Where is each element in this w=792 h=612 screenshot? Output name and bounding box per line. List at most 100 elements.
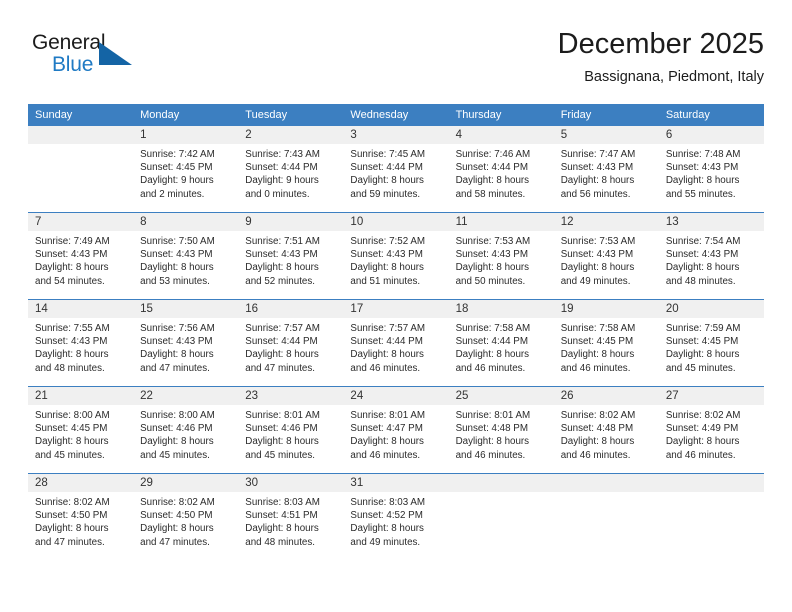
- daylight-text-line2: and 53 minutes.: [140, 275, 210, 287]
- sunset-text: Sunset: 4:43 PM: [665, 162, 739, 174]
- day-number: 21: [28, 387, 134, 405]
- calendar-day[interactable]: 6 Sunrise: 7:48 AM Sunset: 4:43 PM Daylight…: [658, 126, 764, 212]
- calendar-day[interactable]: 8 Sunrise: 7:50 AM Sunset: 4:43 PM Daylight…: [133, 213, 239, 299]
- calendar-day-cell: 31 Sunrise: 8:03 AM Sunset: 4:52 PM Dayligh…: [343, 473, 449, 560]
- calendar-day[interactable]: 19 Sunrise: 7:58 AM Sunset: 4:45 PM Dayligh…: [553, 300, 659, 386]
- day-number: 17: [343, 300, 449, 318]
- logo-text-general: General: [32, 31, 106, 54]
- day-details: Sunrise: 7:50 AM Sunset: 4:43 PM Daylight:…: [133, 231, 238, 288]
- sunrise-text: Sunrise: 7:51 AM: [245, 236, 320, 247]
- daylight-text-line1: Daylight: 8 hours: [665, 436, 740, 448]
- calendar-day[interactable]: 22 Sunrise: 8:00 AM Sunset: 4:46 PM Dayligh…: [133, 387, 239, 473]
- day-number: 7: [28, 213, 134, 231]
- day-number: 11: [448, 213, 554, 231]
- calendar-day-cell: [28, 126, 134, 213]
- calendar-day-cell: 25 Sunrise: 8:01 AM Sunset: 4:48 PM Dayligh…: [448, 386, 554, 474]
- daylight-text-line1: Daylight: 8 hours: [140, 523, 214, 535]
- calendar-day[interactable]: 26 Sunrise: 8:02 AM Sunset: 4:48 PM Dayligh…: [553, 387, 659, 473]
- sunset-text: Sunset: 4:44 PM: [245, 336, 318, 348]
- calendar-day-cell: 20 Sunrise: 7:59 AM Sunset: 4:45 PM Dayligh…: [658, 299, 764, 387]
- daylight-text-line1: Daylight: 8 hours: [560, 175, 635, 187]
- daylight-text-line2: and 48 minutes.: [245, 536, 315, 548]
- calendar-day[interactable]: 12 Sunrise: 7:53 AM Sunset: 4:43 PM Dayligh…: [553, 213, 659, 299]
- daylight-text-line1: Daylight: 8 hours: [140, 349, 214, 361]
- daylight-text-line1: Daylight: 8 hours: [350, 175, 424, 187]
- calendar-day[interactable]: 9 Sunrise: 7:51 AM Sunset: 4:43 PM Daylight…: [238, 213, 344, 299]
- calendar-day[interactable]: 23 Sunrise: 8:01 AM Sunset: 4:46 PM Dayligh…: [238, 387, 344, 473]
- sunset-text: Sunset: 4:43 PM: [35, 249, 108, 261]
- sunset-text: Sunset: 4:43 PM: [245, 249, 318, 261]
- calendar-week-row: 21 Sunrise: 8:00 AM Sunset: 4:45 PM Dayligh…: [28, 386, 764, 474]
- day-number: [28, 126, 134, 144]
- calendar-day-empty: [658, 474, 764, 560]
- sunrise-text: Sunrise: 7:54 AM: [665, 236, 741, 247]
- daylight-text-line1: Daylight: 8 hours: [560, 349, 635, 361]
- calendar-day-cell: 21 Sunrise: 8:00 AM Sunset: 4:45 PM Dayligh…: [28, 386, 134, 474]
- sunrise-text: Sunrise: 7:58 AM: [455, 323, 531, 334]
- sunset-text: Sunset: 4:45 PM: [560, 336, 634, 348]
- day-details: Sunrise: 7:49 AM Sunset: 4:43 PM Daylight:…: [28, 231, 133, 288]
- calendar-day[interactable]: 11 Sunrise: 7:53 AM Sunset: 4:43 PM Dayligh…: [448, 213, 554, 299]
- sunrise-text: Sunrise: 8:01 AM: [455, 410, 531, 421]
- sunrise-text: Sunrise: 8:01 AM: [350, 410, 426, 421]
- calendar-day[interactable]: 4 Sunrise: 7:46 AM Sunset: 4:44 PM Daylight…: [448, 126, 554, 212]
- calendar-day[interactable]: 5 Sunrise: 7:47 AM Sunset: 4:43 PM Daylight…: [553, 126, 659, 212]
- calendar-day[interactable]: 21 Sunrise: 8:00 AM Sunset: 4:45 PM Dayligh…: [28, 387, 134, 473]
- daylight-text-line1: Daylight: 8 hours: [455, 262, 530, 274]
- calendar-day[interactable]: 7 Sunrise: 7:49 AM Sunset: 4:43 PM Daylight…: [28, 213, 134, 299]
- sunrise-text: Sunrise: 7:53 AM: [455, 236, 531, 247]
- calendar-day[interactable]: 29 Sunrise: 8:02 AM Sunset: 4:50 PM Dayligh…: [133, 474, 239, 560]
- calendar-week-row: 1 Sunrise: 7:42 AM Sunset: 4:45 PM Daylight…: [28, 126, 764, 213]
- daylight-text-line2: and 45 minutes.: [665, 362, 736, 374]
- calendar-day[interactable]: 14 Sunrise: 7:55 AM Sunset: 4:43 PM Dayligh…: [28, 300, 134, 386]
- day-number: 28: [28, 474, 134, 492]
- calendar-day[interactable]: 18 Sunrise: 7:58 AM Sunset: 4:44 PM Dayligh…: [448, 300, 554, 386]
- daylight-text-line2: and 47 minutes.: [35, 536, 105, 548]
- daylight-text-line1: Daylight: 8 hours: [140, 262, 214, 274]
- weekday-header-tuesday: Tuesday: [238, 104, 344, 126]
- calendar-day[interactable]: 31 Sunrise: 8:03 AM Sunset: 4:52 PM Dayligh…: [343, 474, 449, 560]
- day-number: 10: [343, 213, 449, 231]
- calendar-day[interactable]: 27 Sunrise: 8:02 AM Sunset: 4:49 PM Dayligh…: [658, 387, 764, 473]
- day-number: 6: [658, 126, 764, 144]
- calendar-day-cell: 29 Sunrise: 8:02 AM Sunset: 4:50 PM Dayligh…: [133, 473, 239, 560]
- daylight-text-line2: and 46 minutes.: [455, 362, 526, 374]
- day-details: Sunrise: 7:55 AM Sunset: 4:43 PM Daylight:…: [28, 318, 133, 375]
- daylight-text-line1: Daylight: 8 hours: [245, 349, 319, 361]
- calendar-day[interactable]: 10 Sunrise: 7:52 AM Sunset: 4:43 PM Dayligh…: [343, 213, 449, 299]
- day-number: 9: [238, 213, 344, 231]
- calendar-day[interactable]: 15 Sunrise: 7:56 AM Sunset: 4:43 PM Dayligh…: [133, 300, 239, 386]
- sunset-text: Sunset: 4:44 PM: [350, 162, 423, 174]
- triangle-flag-icon: [99, 42, 132, 65]
- sunset-text: Sunset: 4:43 PM: [665, 249, 739, 261]
- calendar-day[interactable]: 1 Sunrise: 7:42 AM Sunset: 4:45 PM Daylight…: [133, 126, 239, 212]
- day-details: Sunrise: 8:02 AM Sunset: 4:50 PM Daylight:…: [28, 492, 133, 549]
- calendar-day[interactable]: 28 Sunrise: 8:02 AM Sunset: 4:50 PM Dayligh…: [28, 474, 134, 560]
- daylight-text-line2: and 45 minutes.: [140, 449, 210, 461]
- calendar-day-cell: 7 Sunrise: 7:49 AM Sunset: 4:43 PM Daylight…: [28, 212, 134, 300]
- sunset-text: Sunset: 4:47 PM: [350, 423, 423, 435]
- calendar-day[interactable]: 25 Sunrise: 8:01 AM Sunset: 4:48 PM Dayligh…: [448, 387, 554, 473]
- calendar-day[interactable]: 2 Sunrise: 7:43 AM Sunset: 4:44 PM Daylight…: [238, 126, 344, 212]
- daylight-text-line2: and 0 minutes.: [245, 188, 310, 200]
- calendar-day[interactable]: 13 Sunrise: 7:54 AM Sunset: 4:43 PM Dayligh…: [658, 213, 764, 299]
- day-number: 29: [133, 474, 239, 492]
- calendar-day[interactable]: 20 Sunrise: 7:59 AM Sunset: 4:45 PM Dayligh…: [658, 300, 764, 386]
- sunrise-sunset-calendar: Sunday Monday Tuesday Wednesday Thursday…: [28, 104, 764, 560]
- calendar-day[interactable]: 24 Sunrise: 8:01 AM Sunset: 4:47 PM Dayligh…: [343, 387, 449, 473]
- day-details: Sunrise: 7:56 AM Sunset: 4:43 PM Daylight:…: [133, 318, 238, 375]
- day-number: [658, 474, 764, 492]
- calendar-day[interactable]: 30 Sunrise: 8:03 AM Sunset: 4:51 PM Dayligh…: [238, 474, 344, 560]
- day-number: 3: [343, 126, 449, 144]
- sunset-text: Sunset: 4:50 PM: [140, 510, 213, 522]
- daylight-text-line1: Daylight: 9 hours: [245, 175, 319, 187]
- daylight-text-line1: Daylight: 8 hours: [35, 262, 109, 274]
- day-number: 19: [553, 300, 659, 318]
- calendar-day[interactable]: 16 Sunrise: 7:57 AM Sunset: 4:44 PM Dayligh…: [238, 300, 344, 386]
- daylight-text-line2: and 46 minutes.: [350, 449, 421, 461]
- sunrise-text: Sunrise: 7:45 AM: [350, 149, 426, 160]
- calendar-day[interactable]: 3 Sunrise: 7:45 AM Sunset: 4:44 PM Daylight…: [343, 126, 449, 212]
- sunset-text: Sunset: 4:44 PM: [455, 336, 528, 348]
- day-details: Sunrise: 7:42 AM Sunset: 4:45 PM Daylight:…: [133, 144, 238, 201]
- calendar-day[interactable]: 17 Sunrise: 7:57 AM Sunset: 4:44 PM Dayligh…: [343, 300, 449, 386]
